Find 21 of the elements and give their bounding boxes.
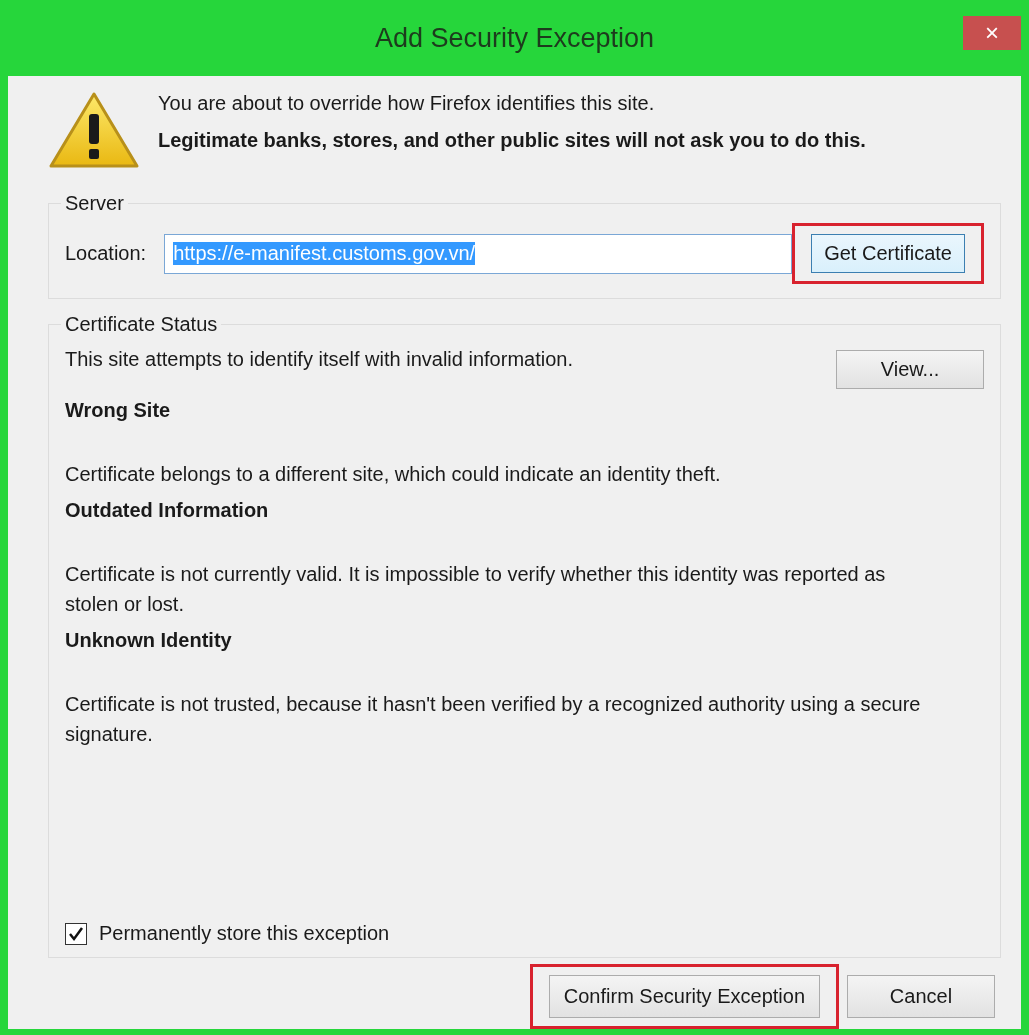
- group-label: Server: [64, 192, 125, 215]
- group-label: Certificate Status: [64, 313, 219, 336]
- close-button[interactable]: ×: [963, 16, 1021, 50]
- button[interactable]: Confirm Security Exception: [548, 975, 820, 1018]
- problem-heading: Wrong Site: [65, 398, 172, 423]
- checkbox[interactable]: [65, 922, 87, 945]
- problem-description: Certificate is not trusted, because it hasn't been verified by a recognized authority using a secure signature.: [65, 692, 922, 747]
- problem-description: Certificate is not currently valid. It is impossible to verify whether this identity was reported as stolen or lost.: [65, 562, 887, 617]
- field-label: Location:: [65, 242, 147, 265]
- window-title: Add Security Exception: [374, 22, 655, 54]
- warning-icon: [48, 90, 140, 170]
- button[interactable]: Cancel: [847, 975, 995, 1018]
- problem-description: Certificate belongs to a different site, which could indicate an identity theft.: [65, 462, 722, 487]
- checkbox-label[interactable]: Permanently store this exception: [99, 922, 390, 945]
- warning-text: Legitimate banks, stores, and other public sites will not ask you to do this.: [158, 129, 866, 152]
- status-summary: This site attempts to identify itself with invalid information.: [65, 347, 573, 372]
- problem-heading: Outdated Information: [65, 498, 270, 523]
- problem-heading: Unknown Identity: [65, 628, 233, 653]
- button[interactable]: Get Certificate: [811, 234, 965, 273]
- view-button[interactable]: View...: [836, 350, 984, 389]
- message-text: You are about to override how Firefox identifies this site.: [158, 92, 656, 115]
